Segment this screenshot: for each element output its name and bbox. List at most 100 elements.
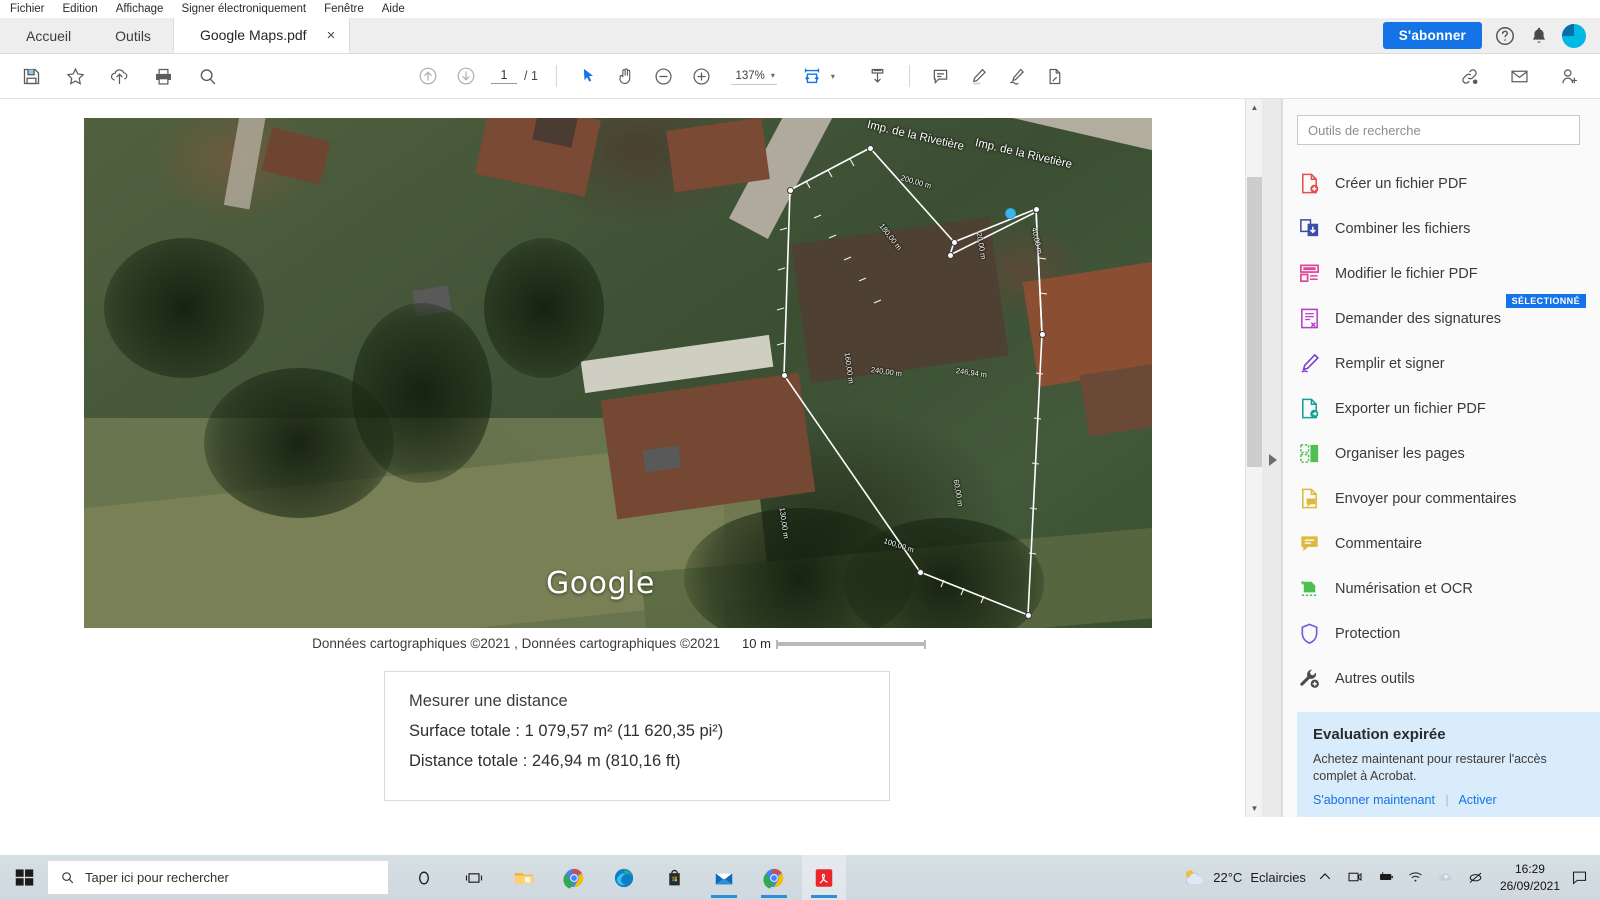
tool-item-more-tools[interactable]: Autres outils	[1283, 656, 1600, 701]
devices-icon[interactable]	[1346, 868, 1366, 888]
scroll-up-icon[interactable]: ▲	[1246, 99, 1263, 116]
vertical-scrollbar[interactable]: ▲ ▼	[1245, 99, 1262, 817]
fit-page-icon[interactable]	[799, 63, 825, 89]
tool-item-create-pdf[interactable]: Créer un fichier PDF	[1283, 161, 1600, 206]
scroll-down-icon[interactable]: ▼	[1246, 800, 1263, 817]
hand-tool-icon[interactable]	[613, 63, 639, 89]
onedrive-icon[interactable]	[1436, 868, 1456, 888]
tool-item-organize-pages[interactable]: Organiser les pages	[1283, 431, 1600, 476]
zoom-in-icon[interactable]	[689, 63, 715, 89]
measure-vertex[interactable]	[1025, 612, 1032, 619]
tool-item-comment[interactable]: Commentaire	[1283, 521, 1600, 566]
file-explorer-icon[interactable]	[502, 855, 546, 900]
measure-vertex[interactable]	[787, 187, 794, 194]
show-hidden-icons-chevron-icon[interactable]	[1316, 868, 1336, 888]
weather-widget[interactable]: 22°C Eclaircies	[1181, 866, 1306, 890]
measure-vertex[interactable]	[781, 372, 788, 379]
menu-affichage[interactable]: Affichage	[116, 0, 164, 18]
highlight-icon[interactable]	[966, 63, 992, 89]
menu-fichier[interactable]: Fichier	[10, 0, 45, 18]
download-icon[interactable]	[865, 63, 891, 89]
cortana-icon[interactable]	[402, 855, 446, 900]
tool-item-edit-pdf[interactable]: Modifier le fichier PDF	[1283, 251, 1600, 296]
print-icon[interactable]	[150, 63, 176, 89]
map-scale-label: 10 m	[742, 636, 771, 651]
help-icon[interactable]	[1494, 25, 1516, 47]
tools-search-input[interactable]	[1297, 115, 1580, 145]
share-link-icon[interactable]	[1456, 63, 1482, 89]
measure-card-title: Mesurer une distance	[409, 692, 568, 710]
previous-page-icon[interactable]	[415, 63, 441, 89]
tab-outils[interactable]: Outils	[93, 18, 173, 53]
save-icon[interactable]	[18, 63, 44, 89]
zoom-out-icon[interactable]	[651, 63, 677, 89]
avatar[interactable]	[1562, 23, 1586, 48]
add-comment-icon[interactable]	[928, 63, 954, 89]
fill-and-sign-icon	[1297, 352, 1321, 376]
tab-document[interactable]: Google Maps.pdf ×	[172, 18, 351, 53]
close-icon[interactable]: ×	[327, 28, 336, 43]
tool-item-export-pdf[interactable]: Exporter un fichier PDF	[1283, 386, 1600, 431]
next-page-icon[interactable]	[453, 63, 479, 89]
tab-accueil[interactable]: Accueil	[0, 18, 94, 53]
email-icon[interactable]	[1506, 63, 1532, 89]
zoom-level-selector[interactable]: 137% ▾	[730, 68, 777, 85]
menu-signer-electroniquement[interactable]: Signer électroniquement	[181, 0, 306, 18]
battery-icon[interactable]	[1376, 868, 1396, 888]
page-number-input[interactable]	[491, 68, 517, 84]
taskbar-search[interactable]: Taper ici pour rechercher	[48, 861, 388, 894]
start-button[interactable]	[0, 855, 48, 900]
edge-icon[interactable]	[602, 855, 646, 900]
document-viewport[interactable]: Imp. de la Rivetière Imp. de la Rivetièr…	[0, 99, 1280, 817]
measure-vertex[interactable]	[1039, 331, 1046, 338]
subscribe-button[interactable]: S'abonner	[1382, 22, 1482, 49]
action-center-icon[interactable]	[1570, 868, 1590, 888]
search-icon[interactable]	[194, 63, 220, 89]
tool-item-shield[interactable]: Protection	[1283, 611, 1600, 656]
activate-link[interactable]: Activer	[1458, 793, 1496, 807]
measure-vertex[interactable]	[1033, 206, 1040, 213]
upload-cloud-icon[interactable]	[106, 63, 132, 89]
measure-info-card: Mesurer une distance Surface totale : 1 …	[384, 671, 890, 801]
wifi-icon[interactable]	[1406, 868, 1426, 888]
more-tools-icon	[1297, 667, 1321, 691]
scrollbar-thumb[interactable]	[1247, 177, 1262, 467]
collapse-right-panel-icon[interactable]	[1269, 454, 1277, 466]
add-user-icon[interactable]	[1556, 63, 1582, 89]
notification-bell-icon[interactable]	[1528, 25, 1550, 47]
measure-vertex[interactable]	[951, 239, 958, 246]
create-pdf-icon	[1297, 172, 1321, 196]
taskbar-clock[interactable]: 16:29 26/09/2021	[1500, 861, 1560, 893]
measure-vertex[interactable]	[867, 145, 874, 152]
measure-vertex[interactable]	[947, 252, 954, 259]
toolbar-right-group	[1456, 63, 1582, 89]
tool-item-send-comments[interactable]: Envoyer pour commentaires	[1283, 476, 1600, 521]
acrobat-icon[interactable]	[802, 855, 846, 900]
notifications-off-icon[interactable]	[1466, 868, 1486, 888]
tool-item-request-signatures[interactable]: Demander des signatures SÉLECTIONNÉ	[1283, 294, 1600, 341]
tool-item-combine-files[interactable]: Combiner les fichiers	[1283, 206, 1600, 251]
star-icon[interactable]	[62, 63, 88, 89]
chrome-icon-2[interactable]	[752, 855, 796, 900]
menu-aide[interactable]: Aide	[382, 0, 405, 18]
fit-page-caret-icon[interactable]: ▾	[831, 72, 835, 81]
chrome-icon[interactable]	[552, 855, 596, 900]
task-view-icon[interactable]	[452, 855, 496, 900]
tool-item-fill-and-sign[interactable]: Remplir et signer	[1283, 341, 1600, 386]
signature-icon[interactable]	[1004, 63, 1030, 89]
scan-ocr-icon	[1297, 577, 1321, 601]
subscribe-now-link[interactable]: S'abonner maintenant	[1313, 793, 1435, 807]
map-marker-dot	[1005, 208, 1016, 219]
toolbar-center-group: / 1	[415, 63, 1068, 89]
select-tool-icon[interactable]	[575, 63, 601, 89]
tool-item-scan-ocr[interactable]: Numérisation et OCR	[1283, 566, 1600, 611]
tab-accueil-label: Accueil	[26, 27, 72, 44]
menu-edition[interactable]: Edition	[63, 0, 98, 18]
mail-icon[interactable]	[702, 855, 746, 900]
measure-vertex[interactable]	[917, 569, 924, 576]
menu-fenetre[interactable]: Fenêtre	[324, 0, 364, 18]
microsoft-store-icon[interactable]	[652, 855, 696, 900]
stamp-icon[interactable]	[1042, 63, 1068, 89]
zoom-level-value: 137%	[735, 69, 765, 82]
comment-icon	[1297, 532, 1321, 556]
